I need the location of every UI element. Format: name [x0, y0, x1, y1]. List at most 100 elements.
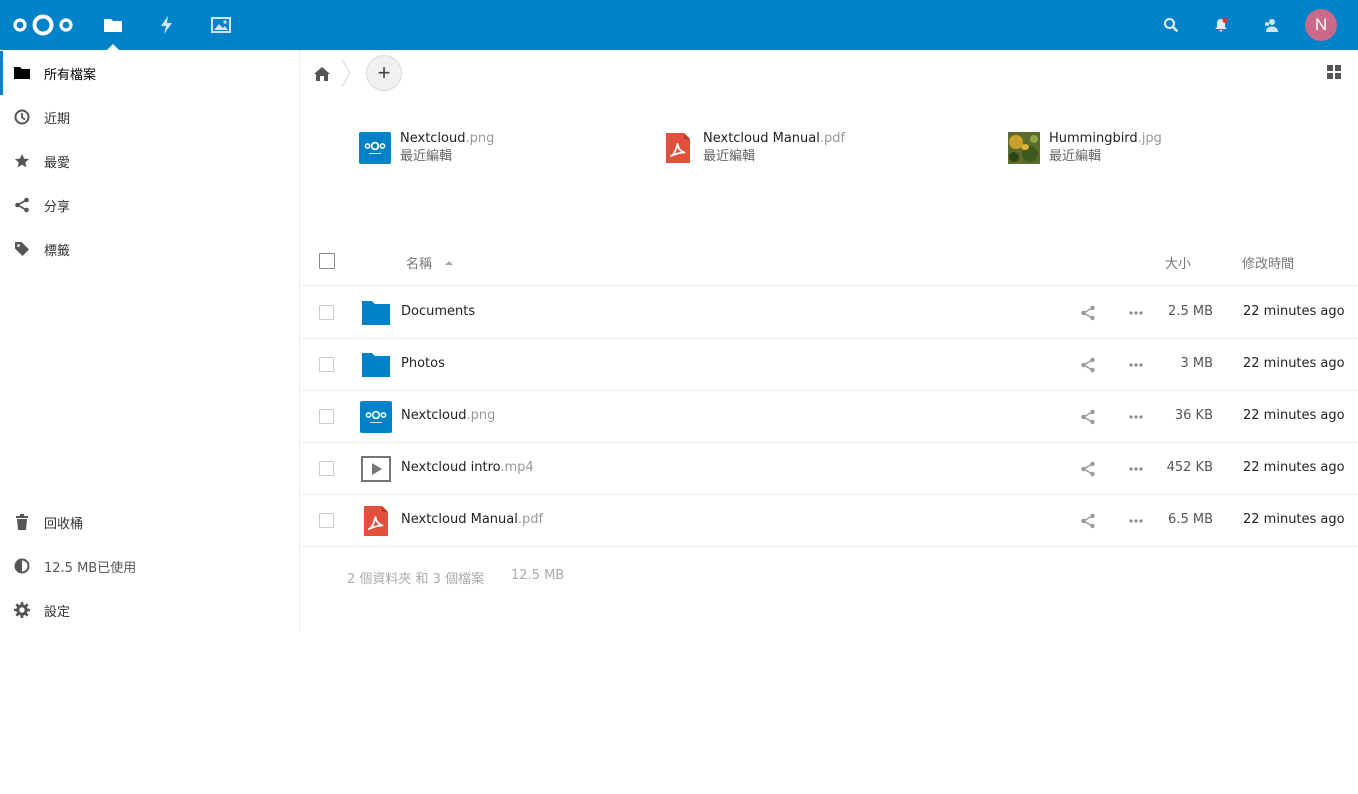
row-checkbox[interactable]: [319, 513, 334, 528]
share-icon: [15, 197, 29, 213]
file-name[interactable]: Nextcloud intro.mp4: [401, 460, 534, 475]
recent-file-name: Nextcloud.png: [400, 130, 494, 148]
share-icon[interactable]: [1080, 357, 1096, 373]
file-modified: 22 minutes ago: [1243, 408, 1345, 423]
file-basename: Nextcloud: [400, 131, 466, 146]
nav-label: 設定: [44, 604, 71, 620]
total-size-summary: 12.5 MB: [511, 568, 565, 583]
share-icon[interactable]: [1080, 305, 1096, 321]
nav-tags[interactable]: 標籤: [0, 227, 299, 271]
file-basename: Photos: [401, 356, 445, 371]
files-app-button[interactable]: [86, 0, 140, 50]
file-extension: .png: [466, 408, 496, 423]
folder-icon: [362, 301, 390, 325]
new-file-button[interactable]: +: [366, 55, 402, 91]
file-row[interactable]: Documents 2.5 MB 22 minutes ago: [300, 287, 1358, 339]
nextcloud-logo[interactable]: [12, 13, 74, 37]
app-navigation: 所有檔案 近期 最愛 分享 標籤 回收桶 12.5 MB已使用 設定: [0, 50, 300, 632]
file-modified: 22 minutes ago: [1243, 304, 1345, 319]
file-row[interactable]: Nextcloud intro.mp4 452 KB 22 minutes ag…: [300, 443, 1358, 495]
file-size: 2.5 MB: [1168, 304, 1213, 319]
folder-icon: [104, 19, 122, 32]
nav-shares[interactable]: 分享: [0, 183, 299, 227]
breadcrumb-home[interactable]: [310, 62, 334, 86]
trash-icon: [16, 514, 28, 530]
files-content: + Nextcloud.png 最近編輯 Nextcloud Manual.pd…: [300, 50, 1358, 794]
file-extension: .mp4: [500, 460, 534, 475]
file-list-header: 名稱 大小 修改時間: [300, 238, 1358, 286]
row-checkbox[interactable]: [319, 357, 334, 372]
nav-recent[interactable]: 近期: [0, 95, 299, 139]
more-options-icon[interactable]: [1128, 357, 1144, 373]
file-row[interactable]: Photos 3 MB 22 minutes ago: [300, 339, 1358, 391]
grid-view-icon[interactable]: [1326, 64, 1342, 80]
file-basename: Nextcloud Manual: [401, 512, 518, 527]
notifications-button[interactable]: [1199, 0, 1243, 50]
search-button[interactable]: [1149, 0, 1193, 50]
tag-icon: [15, 242, 29, 256]
nav-label: 回收桶: [44, 516, 84, 532]
file-basename: Nextcloud Manual: [703, 131, 820, 146]
select-all-checkbox[interactable]: [319, 253, 335, 269]
share-icon[interactable]: [1080, 409, 1096, 425]
column-name-label: 名稱: [406, 257, 433, 272]
more-options-icon[interactable]: [1128, 305, 1144, 321]
nav-all-files[interactable]: 所有檔案: [0, 51, 299, 95]
gallery-app-button[interactable]: [194, 0, 248, 50]
recent-file[interactable]: Nextcloud Manual.pdf 最近編輯: [662, 130, 845, 166]
nav-favorites[interactable]: 最愛: [0, 139, 299, 183]
file-extension: .png: [465, 131, 495, 146]
file-modified: 22 minutes ago: [1243, 460, 1345, 475]
recent-file-name: Hummingbird.jpg: [1049, 130, 1162, 148]
quota-pie-icon: [14, 558, 30, 574]
row-checkbox[interactable]: [319, 305, 334, 320]
share-icon[interactable]: [1080, 461, 1096, 477]
contacts-icon: [1265, 19, 1278, 32]
file-extension: .jpg: [1137, 131, 1162, 146]
gear-icon: [14, 602, 30, 618]
file-count-summary: 2 個資料夾 和 3 個檔案: [347, 572, 485, 587]
recent-file-subtitle: 最近編輯: [1049, 149, 1102, 164]
file-name[interactable]: Documents: [401, 304, 475, 319]
file-basename: Nextcloud: [401, 408, 467, 423]
nav-label: 標籤: [44, 243, 71, 259]
contacts-menu-button[interactable]: [1249, 0, 1293, 50]
file-basename: Documents: [401, 304, 476, 319]
more-options-icon[interactable]: [1128, 409, 1144, 425]
file-basename: Hummingbird: [1049, 131, 1138, 146]
more-options-icon[interactable]: [1128, 513, 1144, 529]
recent-file-name: Nextcloud Manual.pdf: [703, 130, 845, 148]
recent-file[interactable]: Hummingbird.jpg 最近編輯: [1008, 130, 1162, 166]
file-row[interactable]: Nextcloud Manual.pdf 6.5 MB 22 minutes a…: [300, 495, 1358, 547]
breadcrumb-separator: [341, 58, 351, 88]
sort-by-modified[interactable]: 修改時間: [1242, 253, 1294, 272]
nav-trashbin[interactable]: 回收桶: [0, 500, 299, 544]
video-icon: [361, 456, 391, 482]
nav-label: 分享: [44, 199, 71, 215]
recent-file-subtitle: 最近編輯: [400, 149, 453, 164]
photo-thumb-icon: [1008, 132, 1040, 164]
share-icon[interactable]: [1080, 513, 1096, 529]
activity-app-button[interactable]: [140, 0, 194, 50]
file-name[interactable]: Photos: [401, 356, 445, 371]
nav-settings[interactable]: 設定: [0, 588, 299, 632]
sort-by-size[interactable]: 大小: [1165, 253, 1191, 272]
column-size-label: 大小: [1165, 257, 1192, 272]
home-icon: [314, 67, 330, 81]
top-header: N: [0, 0, 1358, 50]
sort-by-name[interactable]: 名稱: [406, 253, 454, 272]
user-avatar[interactable]: N: [1305, 9, 1337, 41]
notifications-icon: [1215, 18, 1228, 32]
file-name[interactable]: Nextcloud Manual.pdf: [401, 512, 543, 527]
folder-icon: [14, 67, 30, 79]
recent-file[interactable]: Nextcloud.png 最近編輯: [359, 130, 494, 166]
nextcloud-thumb-icon: [359, 132, 391, 164]
gallery-icon: [211, 17, 231, 33]
row-checkbox[interactable]: [319, 461, 334, 476]
file-row[interactable]: Nextcloud.png 36 KB 22 minutes ago: [300, 391, 1358, 443]
nav-quota[interactable]: 12.5 MB已使用: [0, 544, 299, 588]
row-checkbox[interactable]: [319, 409, 334, 424]
file-name[interactable]: Nextcloud.png: [401, 408, 495, 423]
more-options-icon[interactable]: [1128, 461, 1144, 477]
file-modified: 22 minutes ago: [1243, 356, 1345, 371]
